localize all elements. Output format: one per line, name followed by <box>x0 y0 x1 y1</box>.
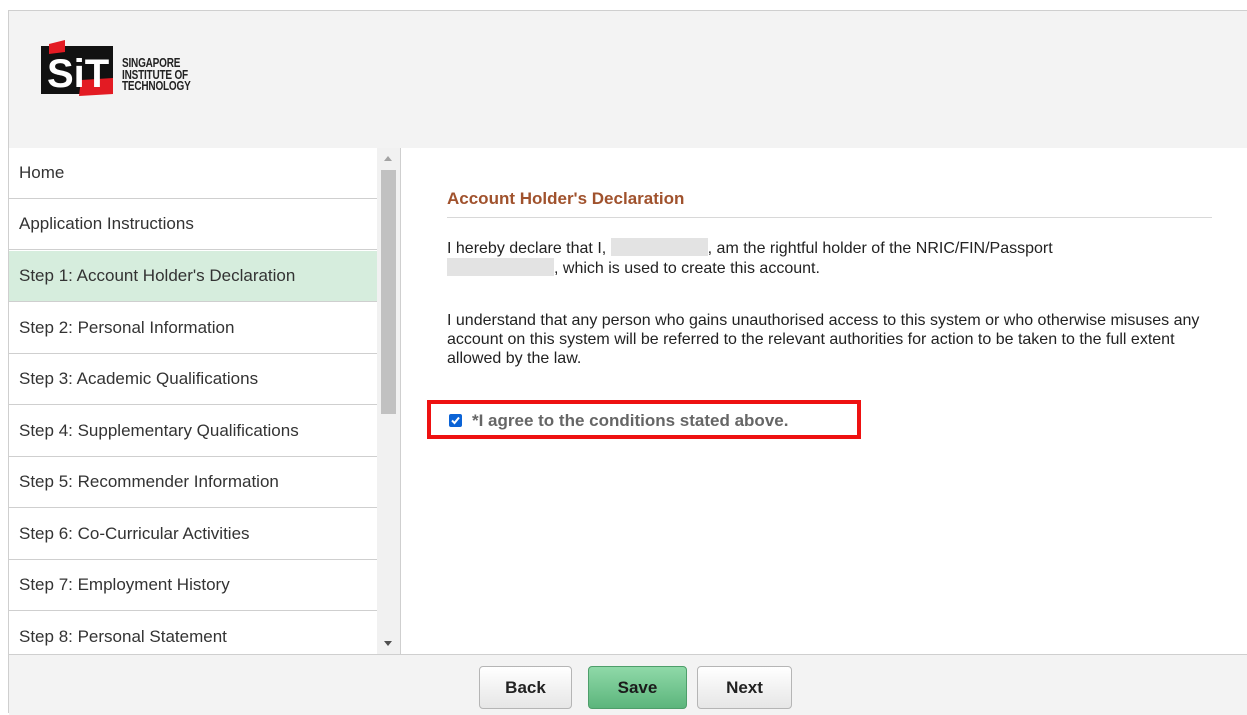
declaration-text-1: I hereby declare that I, <box>447 240 607 257</box>
redacted-id-number <box>447 258 554 276</box>
sidebar-item-step2-personal-info[interactable]: Step 2: Personal Information <box>9 303 377 354</box>
header-bar: SiT SINGAPORE INSTITUTE OF TECHNOLOGY <box>9 11 1247 149</box>
svg-text:SiT: SiT <box>47 52 109 96</box>
back-button[interactable]: Back <box>479 666 572 709</box>
sidebar-item-step4-supplementary[interactable]: Step 4: Supplementary Qualifications <box>9 406 377 457</box>
scrollbar-thumb[interactable] <box>381 170 396 414</box>
sidebar-scrollbar[interactable] <box>377 148 400 654</box>
main-content: Account Holder's Declaration I hereby de… <box>401 148 1247 654</box>
scroll-up-arrow-icon[interactable] <box>384 156 392 161</box>
page-title: Account Holder's Declaration <box>447 189 1212 218</box>
sidebar-item-step3-academic[interactable]: Step 3: Academic Qualifications <box>9 354 377 405</box>
sidebar-item-application-instructions[interactable]: Application Instructions <box>9 199 377 250</box>
sidebar-item-step1-declaration[interactable]: Step 1: Account Holder's Declaration <box>9 251 377 302</box>
agree-label[interactable]: *I agree to the conditions stated above. <box>472 411 788 431</box>
application-window: SiT SINGAPORE INSTITUTE OF TECHNOLOGY Ho… <box>8 10 1247 715</box>
logo-line-3: TECHNOLOGY <box>122 79 191 94</box>
sit-logo: SiT SINGAPORE INSTITUTE OF TECHNOLOGY <box>41 40 211 98</box>
checkmark-icon <box>451 416 460 425</box>
declaration-paragraph: I hereby declare that I, , am the rightf… <box>447 238 1217 278</box>
footer-bar: Back Save Next <box>9 654 1247 715</box>
sidebar-item-home[interactable]: Home <box>9 148 377 199</box>
agree-checkbox[interactable] <box>449 414 462 427</box>
declaration-text-2: , am the rightful holder of the NRIC/FIN… <box>707 240 1053 257</box>
redacted-name <box>610 238 708 256</box>
next-button[interactable]: Next <box>697 666 792 709</box>
sidebar-item-step7-employment[interactable]: Step 7: Employment History <box>9 560 377 611</box>
save-button[interactable]: Save <box>588 666 687 709</box>
logo-line-1: SINGAPORE <box>122 56 181 71</box>
sidebar-nav: Home Application Instructions Step 1: Ac… <box>9 148 401 654</box>
logo-wordmark: SINGAPORE INSTITUTE OF TECHNOLOGY <box>122 56 191 94</box>
scroll-down-arrow-icon[interactable] <box>384 641 392 646</box>
sidebar-item-step5-recommender[interactable]: Step 5: Recommender Information <box>9 457 377 508</box>
understanding-paragraph: I understand that any person who gains u… <box>447 312 1200 367</box>
sidebar-item-step6-cca[interactable]: Step 6: Co-Curricular Activities <box>9 509 377 560</box>
declaration-text-3: , which is used to create this account. <box>554 260 820 277</box>
sidebar-item-step8-statement[interactable]: Step 8: Personal Statement <box>9 612 377 654</box>
sit-logo-mark: SiT <box>41 40 113 96</box>
agreement-highlight-box: *I agree to the conditions stated above. <box>427 400 861 439</box>
